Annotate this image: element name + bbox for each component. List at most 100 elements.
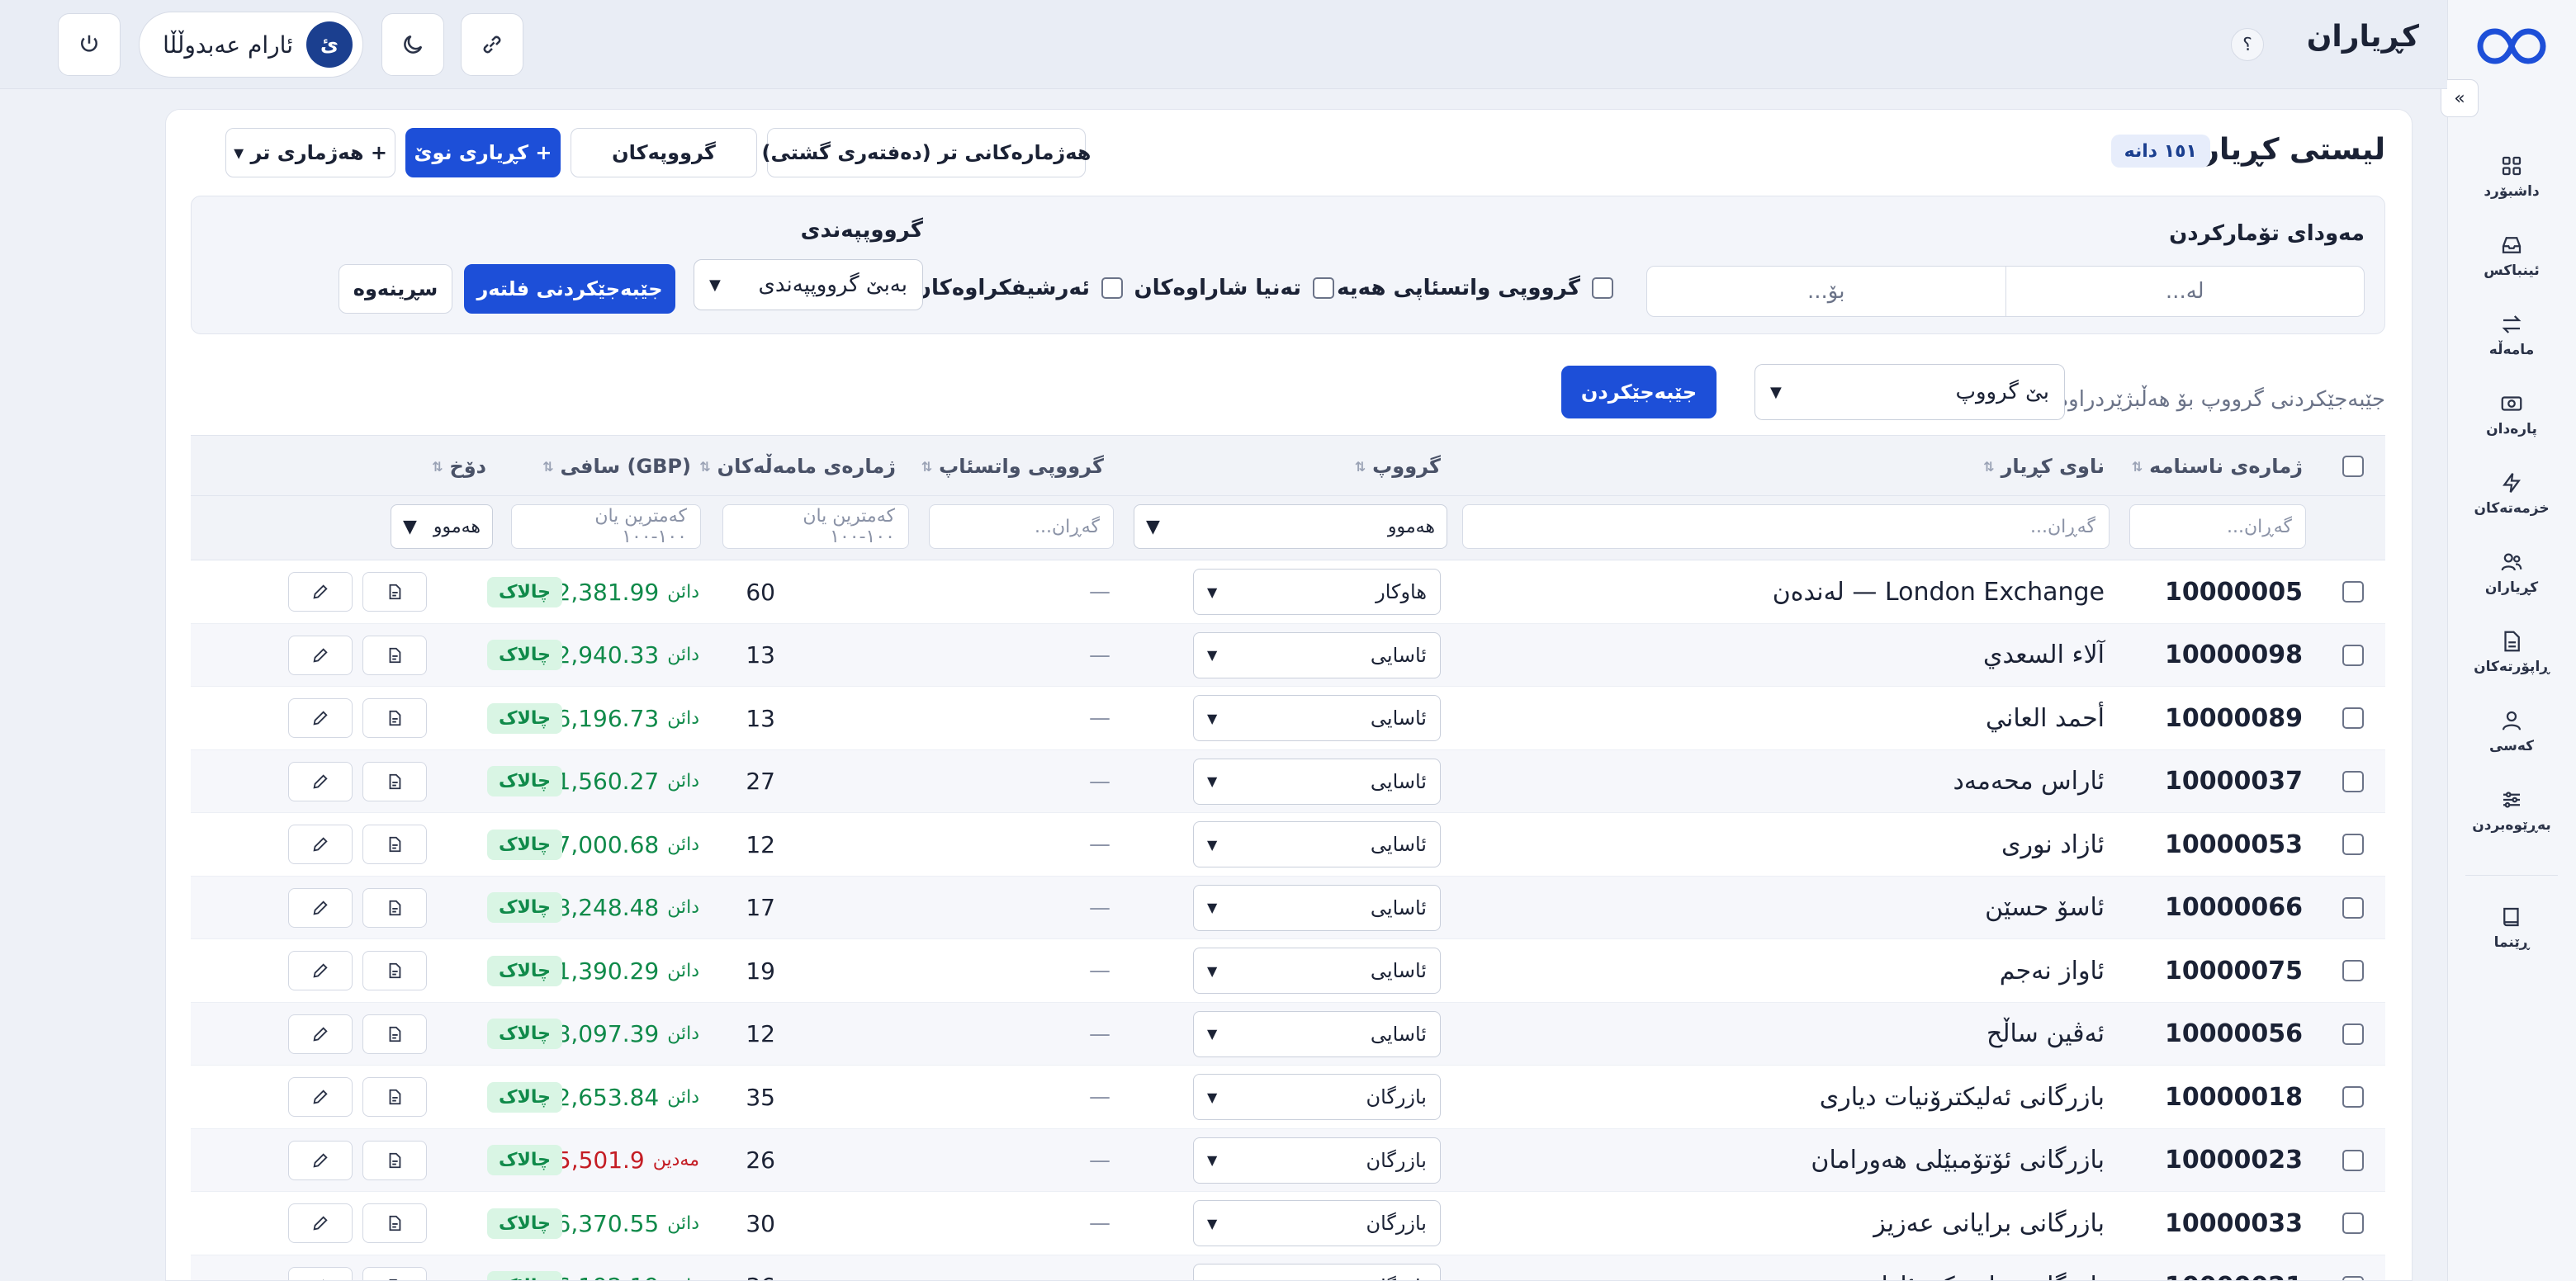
power-button[interactable] <box>58 13 121 76</box>
edit-button[interactable] <box>288 825 353 864</box>
balance-filter-input[interactable]: کەمترین یان ١٠٠-١٠٠ <box>511 504 701 549</box>
row-checkbox[interactable] <box>2342 644 2364 666</box>
edit-button[interactable] <box>288 1266 353 1280</box>
table-row[interactable]: 10000066 ئاسۆ حسێن ئاسایی ▼ — 17 دائن 8,2… <box>191 876 2385 939</box>
sidebar-item-reports[interactable]: ڕاپۆرتەکان <box>2447 612 2576 692</box>
header-txn-count[interactable]: ژمارەی مامەڵەکان ⇅ <box>699 436 896 497</box>
sidebar-item-personal[interactable]: کەسی <box>2447 692 2576 771</box>
status-filter-select[interactable]: هەموو ▼ <box>391 504 493 549</box>
customer-name[interactable]: ئاراس محەمەد <box>1953 750 2105 813</box>
customer-name[interactable]: ئاسۆ حسێن <box>1985 877 2105 939</box>
row-checkbox[interactable] <box>2342 1212 2364 1234</box>
sidebar-item-services[interactable]: خزمەتەکان <box>2447 454 2576 533</box>
table-row[interactable]: 10000037 ئاراس محەمەد ئاسایی ▼ — 27 دائن … <box>191 749 2385 813</box>
customer-name[interactable]: ئاواز نەجم <box>2000 939 2105 1002</box>
sidebar-item-guide[interactable]: ڕێنما <box>2447 888 2576 967</box>
date-range-field[interactable]: لە... بۆ... <box>1646 266 2365 317</box>
statement-button[interactable] <box>362 1203 427 1243</box>
sidebar-item-management[interactable]: بەڕێوەبردن <box>2447 771 2576 850</box>
statement-button[interactable] <box>362 761 427 801</box>
whatsapp-filter-input[interactable]: گەڕان... <box>929 504 1114 549</box>
header-balance[interactable]: (GBP) سافی ⇅ <box>542 436 691 497</box>
more-accounts-button[interactable]: + هەژماری تر ▾ <box>225 128 395 177</box>
row-group-select[interactable]: ئاسایی ▼ <box>1193 948 1441 994</box>
row-checkbox[interactable] <box>2342 1275 2364 1280</box>
edit-button[interactable] <box>288 887 353 928</box>
row-group-select[interactable]: بازرگان ▼ <box>1193 1137 1441 1184</box>
sidebar-item-payments[interactable]: پارەدان <box>2447 375 2576 454</box>
hidden-filter[interactable]: تەنیا شاراوەکان <box>1134 276 1334 300</box>
row-group-select[interactable]: ئاسایی ▼ <box>1193 758 1441 805</box>
groups-button[interactable]: گرووپەکان <box>571 128 757 177</box>
table-row[interactable]: 10000023 بازرگانی ئۆتۆمبێلی هەورامان باز… <box>191 1128 2385 1192</box>
link-button[interactable] <box>461 13 523 76</box>
customer-name[interactable]: London Exchange — لەندەن <box>1773 560 2105 623</box>
row-group-select[interactable]: ئاسایی ▼ <box>1193 884 1441 931</box>
customer-name[interactable]: آلاء السعدي <box>1983 624 2105 687</box>
edit-button[interactable] <box>288 1203 353 1243</box>
customer-name[interactable]: ئەڤین ساڵح <box>1986 1003 2105 1066</box>
row-checkbox[interactable] <box>2342 960 2364 981</box>
edit-button[interactable] <box>288 698 353 738</box>
date-from-input[interactable]: لە... <box>2005 267 2365 316</box>
row-checkbox[interactable] <box>2342 1149 2364 1171</box>
sidebar-item-customers[interactable]: کڕیاران <box>2447 533 2576 612</box>
select-all-checkbox[interactable] <box>2342 456 2364 477</box>
edit-button[interactable] <box>288 1077 353 1117</box>
row-group-select[interactable]: ئاسایی ▼ <box>1193 1010 1441 1057</box>
clear-filter-button[interactable]: سڕینەوە <box>339 264 452 314</box>
row-group-select[interactable]: ئاسایی ▼ <box>1193 631 1441 678</box>
group-filter-select[interactable]: هەموو ▼ <box>1134 504 1447 549</box>
statement-button[interactable] <box>362 572 427 612</box>
table-row[interactable]: 10000053 ئازاد نوری ئاسایی ▼ — 12 دائن 17… <box>191 813 2385 877</box>
statement-button[interactable] <box>362 698 427 738</box>
statement-button[interactable] <box>362 825 427 864</box>
name-filter-input[interactable]: گەڕان... <box>1462 504 2110 549</box>
txn-count-filter-input[interactable]: کەمترین یان ١٠٠-١٠٠ <box>722 504 909 549</box>
header-name[interactable]: ناوی کڕیار ⇅ <box>1983 436 2105 497</box>
whatsapp-filter[interactable]: گرووپی واتسئاپی هەیە <box>1337 276 1613 300</box>
customer-name[interactable]: بازرگانی ئۆتۆمبێلی هەورامان <box>1811 1129 2105 1192</box>
edit-button[interactable] <box>288 1014 353 1054</box>
whatsapp-checkbox[interactable] <box>1592 277 1613 299</box>
row-group-select[interactable]: هاوکار ▼ <box>1193 569 1441 615</box>
ledger-accounts-button[interactable]: هەژمارەکانی تر (دەفتەری گشتی) <box>762 128 1091 177</box>
archived-filter[interactable]: ئەرشیفکراوەکان <box>913 276 1123 300</box>
bulk-apply-button[interactable]: جێبەجێکردن <box>1561 366 1717 418</box>
edit-button[interactable] <box>288 1140 353 1180</box>
row-checkbox[interactable] <box>2342 707 2364 729</box>
date-to-input[interactable]: بۆ... <box>1647 267 2005 316</box>
row-checkbox[interactable] <box>2342 1086 2364 1108</box>
apply-filter-button[interactable]: جێبەجێکردنی فلتەر <box>464 264 675 314</box>
app-logo[interactable] <box>2477 25 2546 68</box>
grouping-select[interactable]: بەبێ گرووپپەندی ▼ <box>694 259 923 310</box>
statement-button[interactable] <box>362 1140 427 1180</box>
theme-toggle-button[interactable] <box>381 13 444 76</box>
sidebar-item-inbox[interactable]: ئینباکس <box>2447 216 2576 295</box>
table-row[interactable]: 10000056 ئەڤین ساڵح ئاسایی ▼ — 12 دائن 8,… <box>191 1002 2385 1066</box>
row-checkbox[interactable] <box>2342 581 2364 603</box>
edit-button[interactable] <box>288 761 353 801</box>
row-checkbox[interactable] <box>2342 896 2364 919</box>
header-whatsapp[interactable]: گرووپی واتسئاپ ⇅ <box>921 436 1104 497</box>
row-group-select[interactable]: بازرگان ▼ <box>1193 1200 1441 1246</box>
row-group-select[interactable]: ئاسایی ▼ <box>1193 821 1441 867</box>
row-checkbox[interactable] <box>2342 770 2364 792</box>
row-checkbox[interactable] <box>2342 1023 2364 1045</box>
statement-button[interactable] <box>362 1014 427 1054</box>
statement-button[interactable] <box>362 1266 427 1280</box>
customer-name[interactable]: بازرگانی ئەلیکترۆنیات دیاری <box>1820 1066 2105 1128</box>
table-row[interactable]: 10000098 آلاء السعدي ئاسایی ▼ — 13 دائن 2… <box>191 623 2385 687</box>
table-row[interactable]: 10000005 London Exchange — لەندەن هاوکار… <box>191 560 2385 624</box>
table-row[interactable]: 10000089 أحمد العاني ئاسایی ▼ — 13 دائن 1… <box>191 687 2385 750</box>
row-group-select[interactable]: ئاسایی ▼ <box>1193 695 1441 741</box>
hidden-checkbox[interactable] <box>1313 277 1334 299</box>
customer-name[interactable]: ئازاد نوری <box>2001 813 2105 876</box>
header-group[interactable]: گرووپ ⇅ <box>1355 436 1441 497</box>
edit-button[interactable] <box>288 635 353 675</box>
user-menu[interactable]: ئ ئارام عەبدوڵڵا <box>139 12 363 78</box>
row-checkbox[interactable] <box>2342 834 2364 855</box>
customer-name[interactable]: بازرگانی برایانی عەزیز <box>1873 1192 2105 1255</box>
table-row[interactable]: 10000018 بازرگانی ئەلیکترۆنیات دیاری باز… <box>191 1066 2385 1129</box>
header-account-no[interactable]: ژمارەی ناسنامە ⇅ <box>2132 436 2303 497</box>
